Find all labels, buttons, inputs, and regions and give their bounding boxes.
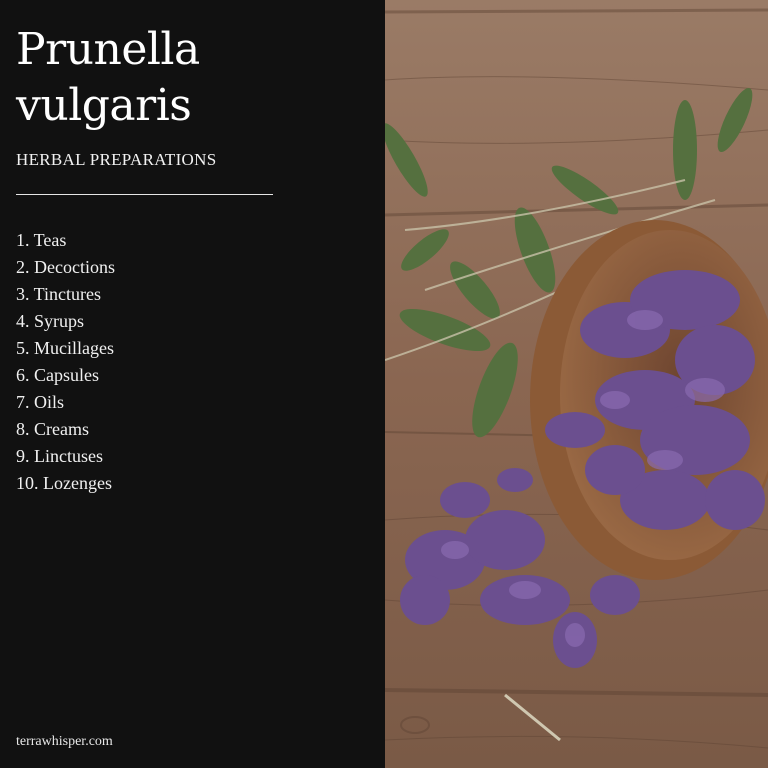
- page-title: Prunella vulgaris: [16, 22, 200, 134]
- title-line-1: Prunella: [16, 24, 200, 75]
- preparations-list: 1. Teas 2. Decoctions 3. Tinctures 4. Sy…: [16, 227, 115, 497]
- list-item: 9. Linctuses: [16, 446, 103, 466]
- list-item: 7. Oils: [16, 392, 65, 412]
- list-item: 2. Decoctions: [16, 257, 115, 277]
- site-url: terrawhisper.com: [16, 734, 113, 749]
- divider: [16, 194, 273, 195]
- dried-herb-bowl-illustration: [385, 0, 768, 768]
- herb-photo: [385, 0, 768, 768]
- list-item: 10. Lozenges: [16, 473, 112, 493]
- list-item: 4. Syrups: [16, 311, 85, 331]
- list-item: 1. Teas: [16, 230, 67, 250]
- text-panel: Prunella vulgaris HERBAL PREPARATIONS 1.…: [0, 0, 385, 768]
- list-item: 6. Capsules: [16, 365, 99, 385]
- list-item: 5. Mucillages: [16, 338, 114, 358]
- subtitle: HERBAL PREPARATIONS: [16, 150, 217, 169]
- title-line-2: vulgaris: [16, 80, 192, 131]
- list-item: 3. Tinctures: [16, 284, 102, 304]
- list-item: 8. Creams: [16, 419, 89, 439]
